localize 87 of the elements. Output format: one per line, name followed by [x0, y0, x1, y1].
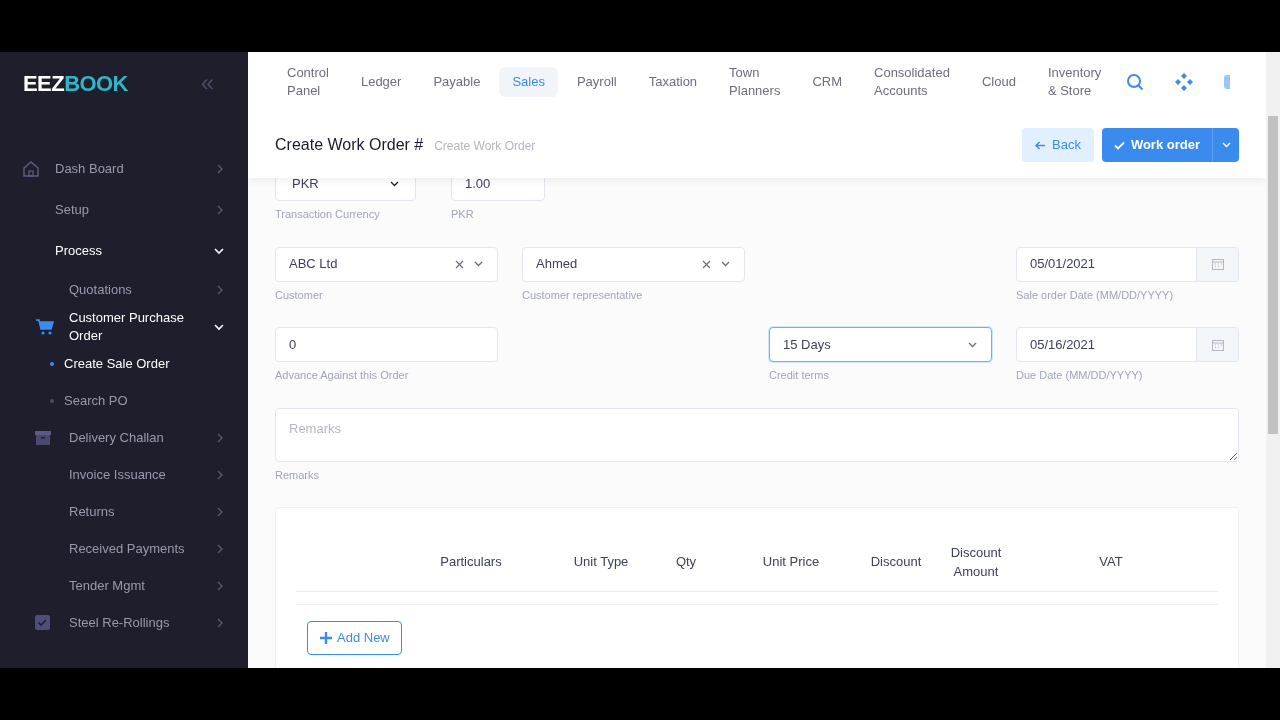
calendar-icon[interactable]	[1211, 338, 1224, 351]
sidebar-item[interactable]: Setup	[0, 189, 248, 230]
nav-tab[interactable]: Town Planners	[716, 58, 794, 106]
date-field[interactable]: 05/16/2021	[1016, 327, 1239, 362]
sidebar-item[interactable]: Tender Mgmt	[0, 567, 248, 604]
sidebar-item[interactable]: Received Payments	[0, 530, 248, 567]
column-header: Unit Type	[572, 553, 630, 571]
field-label: Sale order Date (MM/DD/YYYY)	[1016, 287, 1175, 303]
split-button[interactable]: Work order	[1101, 128, 1239, 162]
sidebar-item[interactable]: Delivery Challan	[0, 419, 248, 456]
arrow-left-icon	[1035, 140, 1046, 150]
field-label: Due Date (MM/DD/YYYY)	[1016, 368, 1144, 383]
nav-tab[interactable]: Sales	[499, 67, 558, 97]
sidebar-item[interactable]: Invoice Issuance	[0, 456, 248, 493]
chevron-right-icon	[216, 543, 224, 554]
field-label: Remarks	[275, 467, 320, 483]
sidebar-item[interactable]: Process	[0, 230, 248, 271]
chevron-right-icon	[216, 506, 224, 517]
page-title: Create Work Order #	[275, 135, 424, 155]
search-icon[interactable]	[1126, 73, 1145, 91]
nav-tab[interactable]: Control Panel	[274, 58, 342, 106]
sidebar-item[interactable]: Dash Board	[0, 148, 248, 189]
nav-tab[interactable]: Consolidated Accounts	[861, 58, 963, 106]
remarks-field[interactable]: Remarks	[275, 407, 1239, 462]
field-label: PKR	[451, 207, 475, 222]
back-button[interactable]: Back	[1022, 128, 1094, 162]
clear-icon[interactable]	[455, 259, 464, 269]
nav-tab[interactable]: Cloud	[968, 67, 1029, 97]
archive-icon	[35, 429, 51, 446]
logo: EEZBOOK	[23, 69, 128, 98]
caret-icon	[721, 261, 730, 267]
toggle-icon[interactable]	[1224, 75, 1231, 89]
work-order-button[interactable]: Work order	[1101, 128, 1212, 162]
date-field[interactable]: 05/01/2021	[1016, 246, 1239, 282]
nav-tab[interactable]: Inventory & Store	[1034, 58, 1115, 106]
nav-tab[interactable]: Taxation	[635, 67, 711, 97]
chevron-down-icon	[214, 246, 224, 255]
nav-tab[interactable]: Payable	[420, 67, 494, 97]
sidebar-item[interactable]: Create Sale Order	[0, 345, 248, 382]
rate-input[interactable]: 1.00	[451, 178, 545, 201]
select-field[interactable]: Ahmed	[522, 246, 745, 282]
sidebar-item[interactable]: Steel Re-Rollings	[0, 604, 248, 641]
sidebar-item[interactable]: Returns	[0, 493, 248, 530]
field-label: Customer representative	[522, 287, 644, 303]
select-field[interactable]: ABC Ltd	[275, 246, 498, 282]
checkbox-icon	[35, 615, 50, 630]
sidebar-item[interactable]: Customer Purchase Order	[0, 308, 248, 345]
nav-tab[interactable]: Payroll	[563, 67, 630, 97]
clear-icon[interactable]	[702, 259, 711, 269]
column-header: Qty	[674, 553, 698, 571]
currency-select[interactable]: PKR	[275, 178, 416, 201]
calendar-icon[interactable]	[1211, 258, 1224, 270]
column-header: Discount	[869, 553, 923, 571]
chevron-right-icon	[216, 163, 224, 174]
column-header: Discount Amount	[949, 543, 1003, 581]
chevron-right-icon	[216, 432, 224, 443]
column-header: VAT	[1098, 553, 1124, 571]
caret-icon	[390, 180, 399, 187]
add-new-button[interactable]: Add New	[307, 620, 402, 655]
check-icon	[1113, 140, 1125, 150]
column-header: Particulars	[439, 553, 503, 571]
field-label: Advance Against this Order	[275, 368, 410, 383]
nav-tab[interactable]: CRM	[799, 67, 855, 97]
diamonds-icon[interactable]	[1174, 72, 1195, 92]
home-icon	[22, 159, 40, 178]
chevron-down-icon	[214, 322, 224, 331]
field-label: Transaction Currency	[275, 207, 381, 222]
sidebar-item[interactable]: Quotations	[0, 271, 248, 308]
cart-icon	[35, 317, 55, 336]
column-header: Unit Price	[761, 553, 821, 571]
caret-icon	[474, 261, 483, 267]
field-label: Credit terms	[769, 368, 830, 383]
chevron-right-icon	[216, 284, 224, 295]
chevron-right-icon	[216, 617, 224, 628]
bullet-icon	[50, 398, 54, 403]
select-field[interactable]: 15 Days	[769, 327, 992, 362]
chevron-right-icon	[216, 204, 224, 215]
caret-icon	[1221, 142, 1231, 148]
chevron-right-icon	[216, 469, 224, 480]
caret-icon	[968, 341, 977, 348]
field-label: Customer	[275, 287, 324, 303]
plus-icon	[319, 630, 333, 645]
nav-tab[interactable]: Ledger	[347, 67, 415, 97]
bullet-icon	[50, 361, 54, 366]
sidebar-item[interactable]: Search PO	[0, 382, 248, 419]
input-field[interactable]: 0	[275, 327, 498, 362]
chevron-right-icon	[216, 580, 224, 591]
